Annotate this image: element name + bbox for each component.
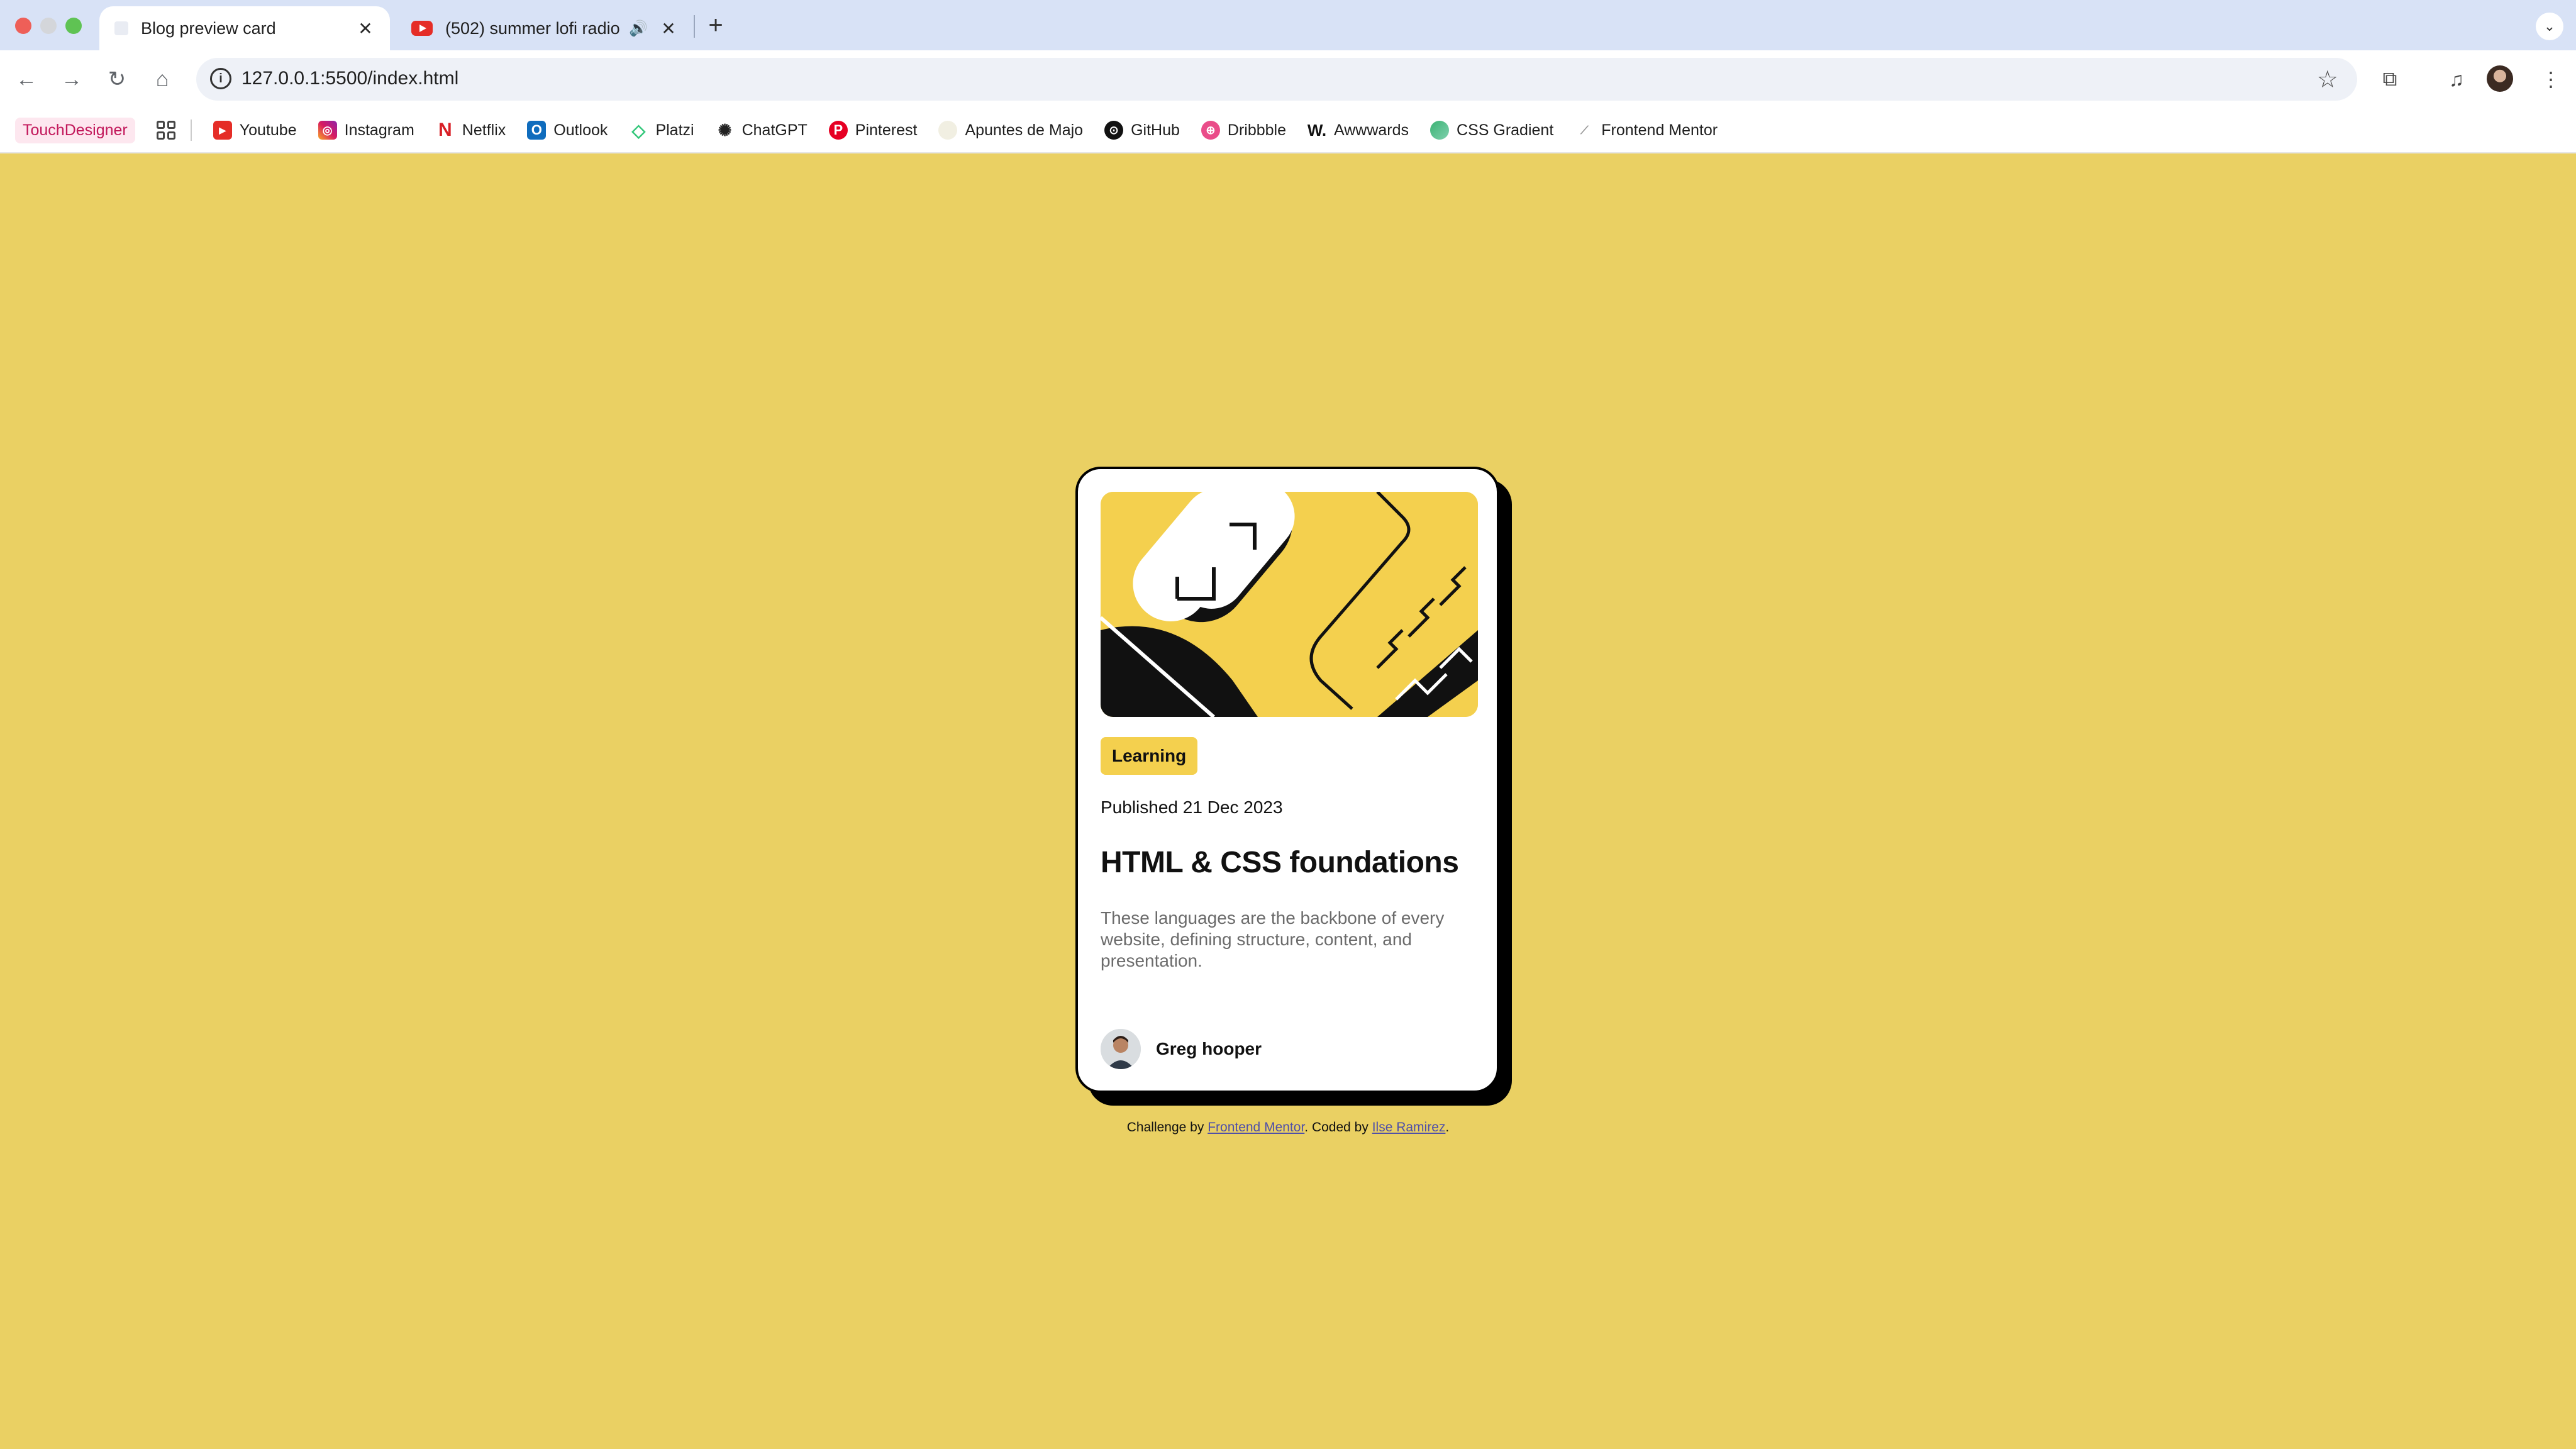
bookmark-instagram[interactable]: ◎ Instagram [318,121,414,140]
browser-toolbar: ← → ↻ ⌂ i 127.0.0.1:5500/index.html ☆ ⧉ … [0,50,2576,108]
bookmark-label: Apuntes de Majo [965,121,1084,139]
address-bar[interactable]: i 127.0.0.1:5500/index.html ☆ [196,58,2357,101]
bookmark-label: Youtube [239,121,297,139]
profile-avatar[interactable] [2487,65,2513,92]
bookmark-label: Pinterest [855,121,918,139]
tab-divider [694,15,695,38]
close-window-button[interactable] [15,18,31,34]
back-arrow-icon[interactable]: ← [11,64,42,94]
new-tab-icon[interactable]: + [703,11,728,40]
media-controls-icon[interactable]: ♫ [2440,63,2473,96]
maximize-window-button[interactable] [65,18,82,34]
notion-icon [938,121,958,140]
bookmark-awwwards[interactable]: W. Awwwards [1307,121,1409,140]
instagram-icon: ◎ [318,121,337,140]
cssgradient-icon [1430,121,1450,140]
attribution-suffix: . [1445,1120,1450,1135]
bookmark-platzi[interactable]: ◇ Platzi [629,121,694,140]
url-text[interactable]: 127.0.0.1:5500/index.html [242,68,458,89]
bookmark-netflix[interactable]: N Netflix [436,119,506,140]
bookmark-label: Dribbble [1227,121,1286,139]
home-icon[interactable]: ⌂ [147,64,177,94]
pinterest-icon: P [828,121,848,140]
published-date: Published 21 Dec 2023 [1101,797,1283,817]
bookmark-label: Platzi [655,121,694,139]
coder-link[interactable]: Ilse Ramirez [1372,1120,1446,1135]
bookmark-touchdesigner[interactable]: TouchDesigner [15,117,135,143]
bookmark-chatgpt[interactable]: ✺ ChatGPT [716,121,808,140]
blog-preview-card: Learning Published 21 Dec 2023 HTML & CS… [1075,467,1499,1093]
tab-search-chevron-icon[interactable]: ⌄ [2536,13,2563,40]
tab-title: (502) summer lofi radio 🍵 [445,19,630,38]
apps-grid-icon[interactable] [156,121,175,140]
extensions-puzzle-icon[interactable]: ⧉ [2373,63,2406,96]
minimize-window-button[interactable] [40,18,57,34]
menu-kebab-icon[interactable]: ⋮ [2534,63,2567,96]
bookmark-divider [190,119,192,141]
awwwards-icon: W. [1307,120,1327,140]
blog-illustration [1101,492,1478,717]
bookmarks-bar: TouchDesigner ▶ Youtube ◎ Instagram N Ne… [0,108,2576,153]
bookmark-label: CSS Gradient [1457,121,1554,139]
github-icon: ⊙ [1104,121,1124,140]
frontend-mentor-favicon-icon [114,21,128,35]
tab-lofi-radio[interactable]: (502) summer lofi radio 🍵 🔊 ✕ [400,6,689,50]
bookmark-label: TouchDesigner [15,117,135,143]
bookmark-frontend-mentor[interactable]: ⟋ Frontend Mentor [1575,121,1718,140]
dribbble-icon: ⊕ [1201,121,1220,140]
forward-arrow-icon[interactable]: → [57,64,87,94]
bookmark-pinterest[interactable]: P Pinterest [828,121,918,140]
bookmark-label: Outlook [553,121,608,139]
browser-tab-bar: Blog preview card ✕ (502) summer lofi ra… [0,0,2576,50]
bookmark-apuntes-de-majo[interactable]: Apuntes de Majo [938,121,1083,140]
bookmark-label: Frontend Mentor [1601,121,1718,139]
bookmark-outlook[interactable]: O Outlook [527,121,608,140]
platzi-icon: ◇ [631,120,646,140]
frontendmentor-icon: ⟋ [1580,123,1589,136]
tab-blog-preview-card[interactable]: Blog preview card ✕ [99,6,390,50]
bookmark-css-gradient[interactable]: CSS Gradient [1430,121,1553,140]
site-info-icon[interactable]: i [210,68,231,89]
audio-playing-icon[interactable]: 🔊 [629,19,648,38]
bookmark-star-icon[interactable]: ☆ [2317,65,2338,94]
netflix-icon: N [438,119,452,140]
bookmark-label: ChatGPT [741,121,808,139]
youtube-icon: ▶ [213,121,232,140]
author-info: Greg hooper [1101,1029,1262,1069]
attribution-prefix: Challenge by [1126,1120,1204,1135]
close-tab-icon[interactable]: ✕ [356,18,375,39]
bookmark-label: Netflix [462,121,506,139]
reload-icon[interactable]: ↻ [102,64,132,94]
tab-title: Blog preview card [141,18,276,38]
category-tag: Learning [1101,737,1198,775]
bookmark-label: Awwwards [1334,121,1409,139]
youtube-favicon-icon [411,21,433,36]
attribution: Challenge by Frontend Mentor. Coded by I… [0,1120,2576,1135]
bookmark-github[interactable]: ⊙ GitHub [1104,121,1180,140]
bookmark-label: Instagram [344,121,414,139]
frontend-mentor-link[interactable]: Frontend Mentor [1208,1120,1304,1135]
outlook-icon: O [527,121,547,140]
bookmark-youtube[interactable]: ▶ Youtube [213,121,297,140]
attribution-middle: . Coded by [1304,1120,1368,1135]
card-title[interactable]: HTML & CSS foundations [1101,845,1474,880]
avatar [1101,1029,1141,1069]
close-tab-icon[interactable]: ✕ [659,18,678,39]
chatgpt-icon: ✺ [718,120,732,140]
bookmark-label: GitHub [1131,121,1180,139]
card-description: These languages are the backbone of ever… [1101,908,1445,970]
bookmark-dribbble[interactable]: ⊕ Dribbble [1201,121,1286,140]
author-name: Greg hooper [1156,1039,1262,1058]
